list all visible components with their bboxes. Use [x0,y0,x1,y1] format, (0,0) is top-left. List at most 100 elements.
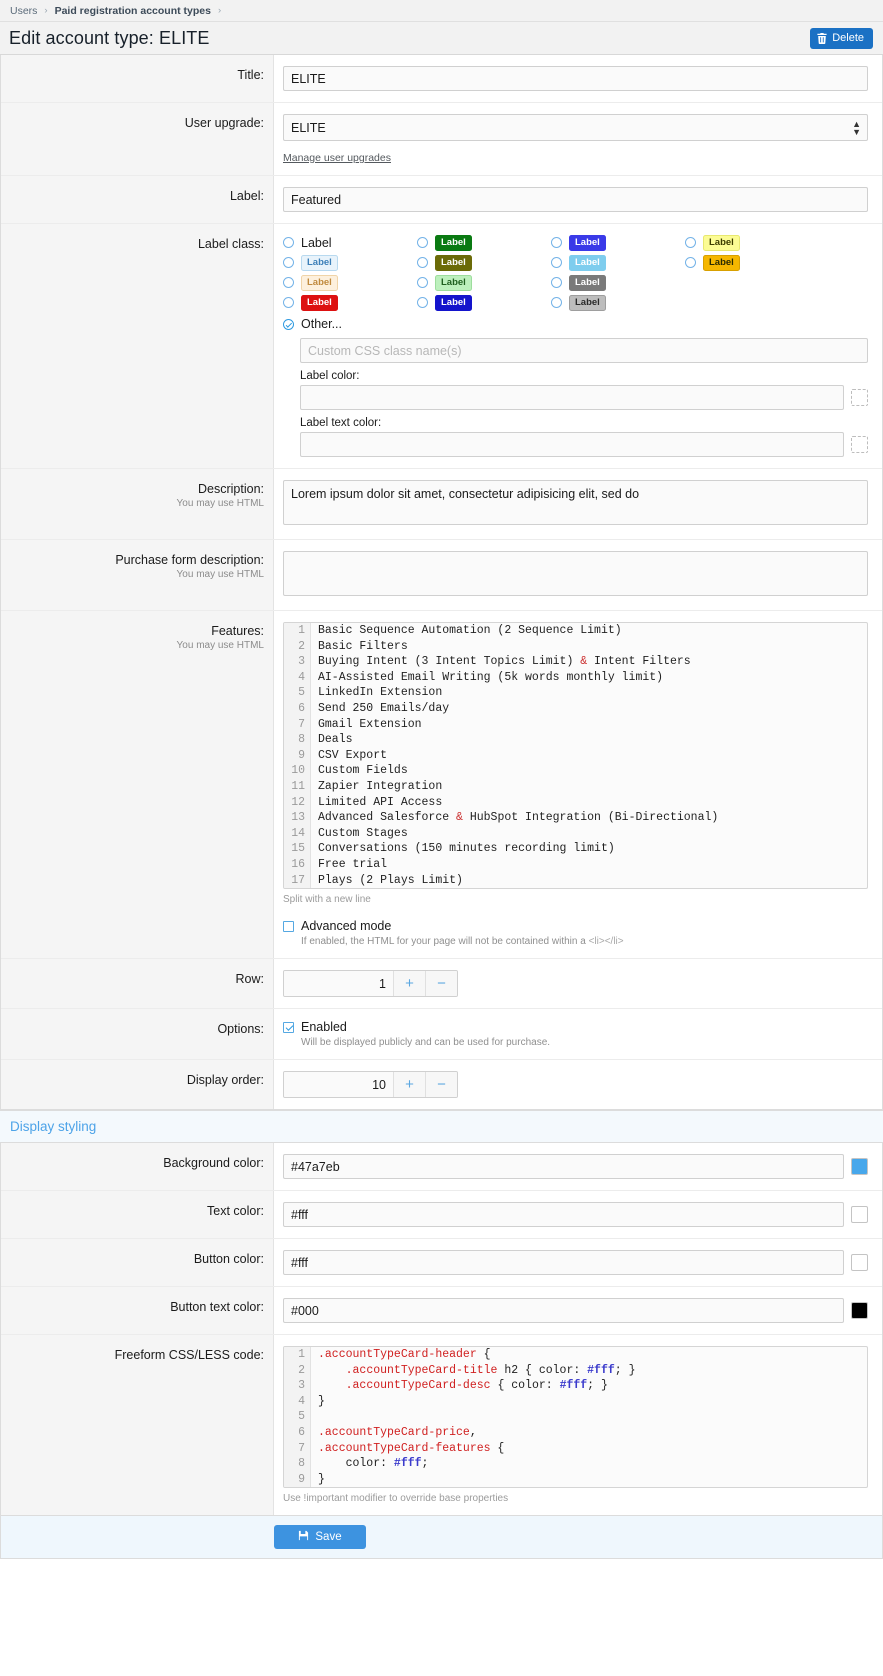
custom-css-class-input[interactable] [300,338,868,363]
row-increment-button[interactable]: + [393,971,425,997]
label-class-option-10[interactable]: Label [551,274,685,291]
radio-icon[interactable] [283,318,294,330]
label-class-option-4[interactable]: Label [417,234,551,251]
label-class-option-11[interactable]: Label [551,294,685,311]
row-decrement-button[interactable]: − [425,971,457,997]
code-text: .accountTypeCard-features { [318,1441,505,1455]
user-upgrade-select[interactable]: ELITE [283,114,868,141]
label-class-option-6[interactable]: Label [417,274,551,291]
code-text: Send 250 Emails/day [318,701,450,715]
label-class-option-12[interactable]: Label [685,234,819,251]
line-number: 8 [284,1456,311,1472]
label-class-option-preview: Label [569,274,606,291]
label-class-option-7[interactable]: Label [417,294,551,311]
label-color-input[interactable] [300,385,844,410]
display-order-decrement-button[interactable]: − [425,1072,457,1098]
radio-icon[interactable] [283,297,294,308]
label-class-option-0[interactable]: Label [283,235,417,250]
label-text-color-swatch[interactable] [851,436,868,453]
code-line: 3 .accountTypeCard-desc { color: #fff; } [284,1378,867,1394]
code-text: AI-Assisted Email Writing (5k words mont… [318,670,664,684]
radio-icon[interactable] [283,237,294,248]
button-color-swatch[interactable] [851,1254,868,1272]
title-input[interactable] [283,66,868,91]
purchase-form-description-textarea[interactable] [283,551,868,596]
save-button[interactable]: Save [274,1525,366,1550]
background-color-input[interactable] [283,1154,844,1180]
code-text: .accountTypeCard-header { [318,1348,491,1362]
label-class-option-8[interactable]: Label [551,234,685,251]
features-code-editor[interactable]: 1 Basic Sequence Automation (2 Sequence L… [283,622,868,890]
radio-icon[interactable] [685,257,696,268]
code-line: 16 Free trial [284,856,867,873]
code-text: Gmail Extension [318,717,422,731]
label-color-swatch[interactable] [851,389,868,406]
radio-icon[interactable] [551,297,562,308]
code-text: Custom Stages [318,826,408,840]
page-title: Edit account type: ELITE [9,27,210,48]
radio-icon[interactable] [417,257,428,268]
line-number: 5 [284,685,311,701]
radio-icon[interactable] [283,277,294,288]
label-class-option-3[interactable]: Label [283,294,417,311]
display-styling-section-header: Display styling [0,1110,883,1144]
text-color-swatch[interactable] [851,1206,868,1224]
button-color-input[interactable] [283,1250,844,1276]
label-class-option-9[interactable]: Label [551,254,685,271]
radio-icon[interactable] [551,237,562,248]
line-number: 14 [284,825,311,842]
code-text: Basic Sequence Automation (2 Sequence Li… [318,624,622,637]
label-class-option-preview: Label [301,254,338,271]
line-number: 6 [284,1425,311,1441]
radio-icon[interactable] [551,257,562,268]
display-order-input[interactable] [284,1072,393,1098]
features-field-label: Features: [211,624,264,638]
background-color-swatch[interactable] [851,1158,868,1176]
button-text-color-swatch[interactable] [851,1302,868,1320]
enabled-option-row[interactable]: Enabled [283,1020,868,1034]
button-text-color-input[interactable] [283,1298,844,1324]
radio-icon[interactable] [417,297,428,308]
delete-button[interactable]: Delete [810,27,873,49]
line-number: 7 [284,1440,311,1457]
line-number: 15 [284,841,311,857]
line-number: 11 [284,778,311,795]
description-field-label: Description: [198,482,264,496]
code-line: 14 Custom Stages [284,825,867,842]
label-input[interactable] [283,187,868,212]
code-line: 1 .accountTypeCard-header { [284,1347,867,1363]
label-text-color-input[interactable] [300,432,844,457]
radio-icon[interactable] [283,257,294,268]
field-row-features: Features: You may use HTML 1 Basic Sequen… [1,611,882,960]
css-code-editor[interactable]: 1 .accountTypeCard-header {2 .accountType… [283,1346,868,1489]
description-textarea[interactable]: Lorem ipsum dolor sit amet, consectetur … [283,480,868,525]
label-class-option-empty [685,295,819,310]
label-class-option-13[interactable]: Label [685,254,819,271]
code-text: Custom Fields [318,764,408,778]
line-number: 10 [284,763,311,779]
label-class-option-other[interactable]: Other... [283,317,868,331]
label-class-option-1[interactable]: Label [283,254,417,271]
display-order-increment-button[interactable]: + [393,1072,425,1098]
breadcrumb-item-paid-registration-account-types[interactable]: Paid registration account types [55,5,211,17]
radio-icon[interactable] [685,237,696,248]
field-row-button-color: Button color: [1,1239,882,1288]
radio-icon[interactable] [417,277,428,288]
label-class-option-preview: Label [435,254,472,271]
code-text: .accountTypeCard-title h2 { color: #fff;… [345,1363,636,1377]
checkbox-icon[interactable] [283,920,294,932]
label-class-option-preview: Label [301,235,332,250]
checkbox-icon[interactable] [283,1021,294,1033]
radio-icon[interactable] [551,277,562,288]
code-line: 11 Zapier Integration [284,778,867,795]
label-class-option-5[interactable]: Label [417,254,551,271]
row-input[interactable] [284,971,393,997]
radio-icon[interactable] [417,237,428,248]
manage-user-upgrades-link[interactable]: Manage user upgrades [283,152,391,164]
advanced-mode-row[interactable]: Advanced mode [283,919,868,933]
page-root: Users › Paid registration account types … [0,0,883,1676]
label-class-option-2[interactable]: Label [283,274,417,291]
breadcrumb-item-users[interactable]: Users [10,5,37,17]
text-color-input[interactable] [283,1202,844,1228]
title-field-label: Title: [1,55,274,102]
